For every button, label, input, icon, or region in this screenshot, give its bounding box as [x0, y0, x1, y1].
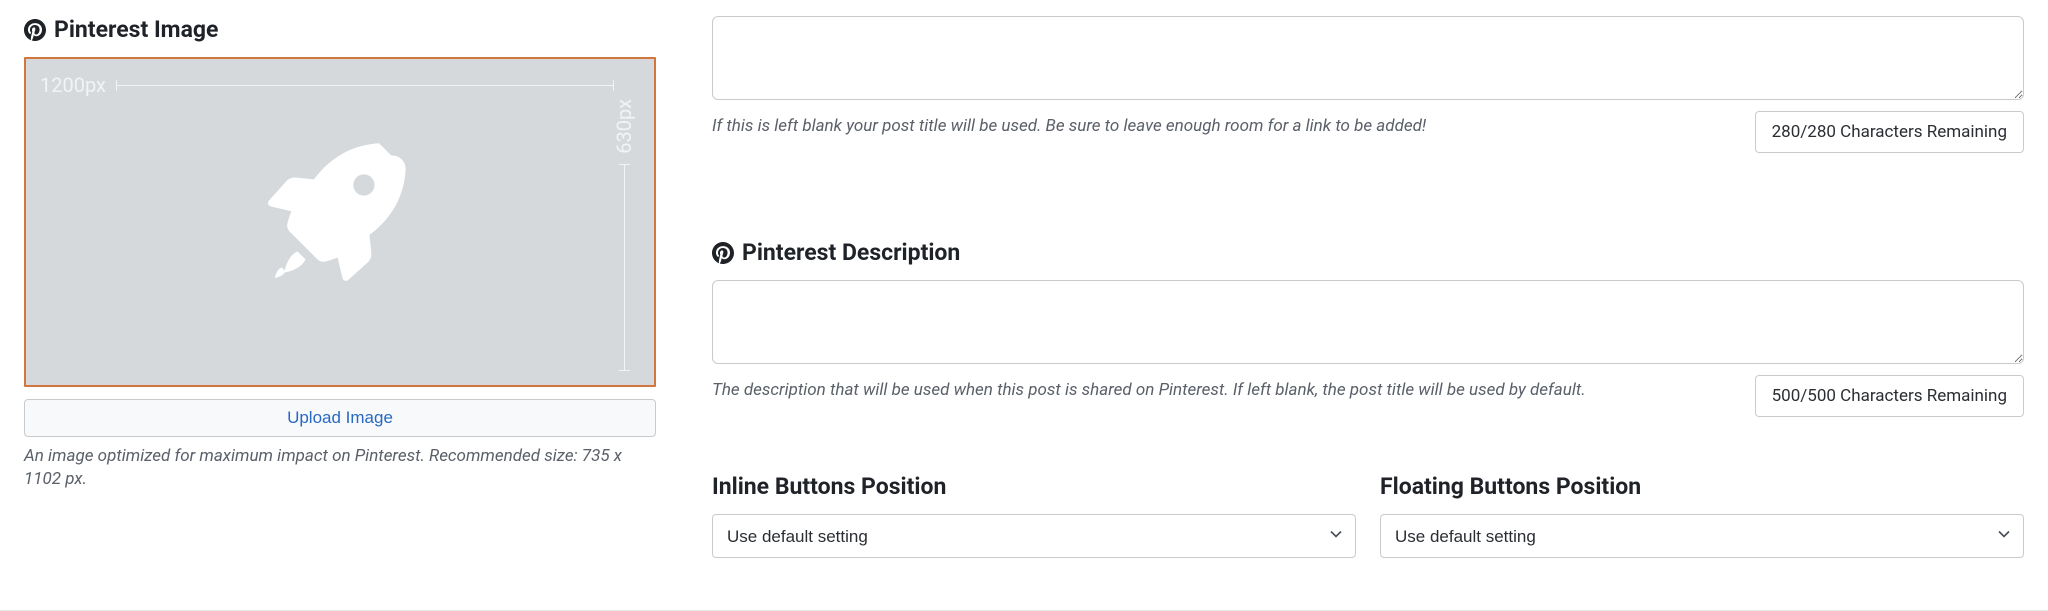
right-column: If this is left blank your post title wi… [712, 16, 2024, 558]
settings-panel: Pinterest Image 1200px 630px Upload Imag… [0, 0, 2048, 582]
pinterest-title-help: If this is left blank your post title wi… [712, 115, 1739, 138]
pinterest-image-help: An image optimized for maximum impact on… [24, 445, 656, 491]
pinterest-icon [712, 242, 734, 264]
placeholder-width-indicator: 1200px [40, 73, 614, 97]
pinterest-description-section: Pinterest Description The description th… [712, 239, 2024, 417]
pinterest-description-input[interactable] [712, 280, 2024, 364]
pinterest-description-heading-text: Pinterest Description [742, 239, 960, 266]
pinterest-image-section: Pinterest Image 1200px 630px Upload Imag… [24, 16, 656, 558]
placeholder-width-label: 1200px [40, 73, 106, 97]
inline-buttons-position-heading: Inline Buttons Position [712, 473, 1356, 500]
pinterest-icon [24, 19, 46, 41]
inline-buttons-position-select[interactable]: Use default setting [712, 514, 1356, 558]
pinterest-description-help: The description that will be used when t… [712, 379, 1739, 402]
button-position-row: Inline Buttons Position Use default sett… [712, 473, 2024, 558]
floating-buttons-position-heading: Floating Buttons Position [1380, 473, 2024, 500]
pinterest-title-char-counter: 280/280 Characters Remaining [1755, 111, 2024, 153]
pinterest-description-heading: Pinterest Description [712, 239, 2024, 266]
placeholder-height-indicator: 630px [612, 99, 636, 371]
pinterest-description-char-counter: 500/500 Characters Remaining [1755, 375, 2024, 417]
pinterest-image-heading: Pinterest Image [24, 16, 656, 43]
rocket-icon [255, 135, 425, 310]
vertical-dimension-line [624, 164, 625, 371]
horizontal-dimension-line [116, 85, 614, 86]
pinterest-title-input[interactable] [712, 16, 2024, 100]
image-upload-placeholder[interactable]: 1200px 630px [24, 57, 656, 387]
inline-buttons-position-select-wrap: Use default setting [712, 514, 1356, 558]
placeholder-height-label: 630px [612, 99, 636, 154]
upload-image-button[interactable]: Upload Image [24, 399, 656, 437]
title-below-row: If this is left blank your post title wi… [712, 111, 2024, 153]
floating-buttons-position-section: Floating Buttons Position Use default se… [1380, 473, 2024, 558]
floating-buttons-position-select-wrap: Use default setting [1380, 514, 2024, 558]
floating-buttons-position-select[interactable]: Use default setting [1380, 514, 2024, 558]
inline-buttons-position-section: Inline Buttons Position Use default sett… [712, 473, 1356, 558]
pinterest-image-heading-text: Pinterest Image [54, 16, 218, 43]
description-below-row: The description that will be used when t… [712, 375, 2024, 417]
